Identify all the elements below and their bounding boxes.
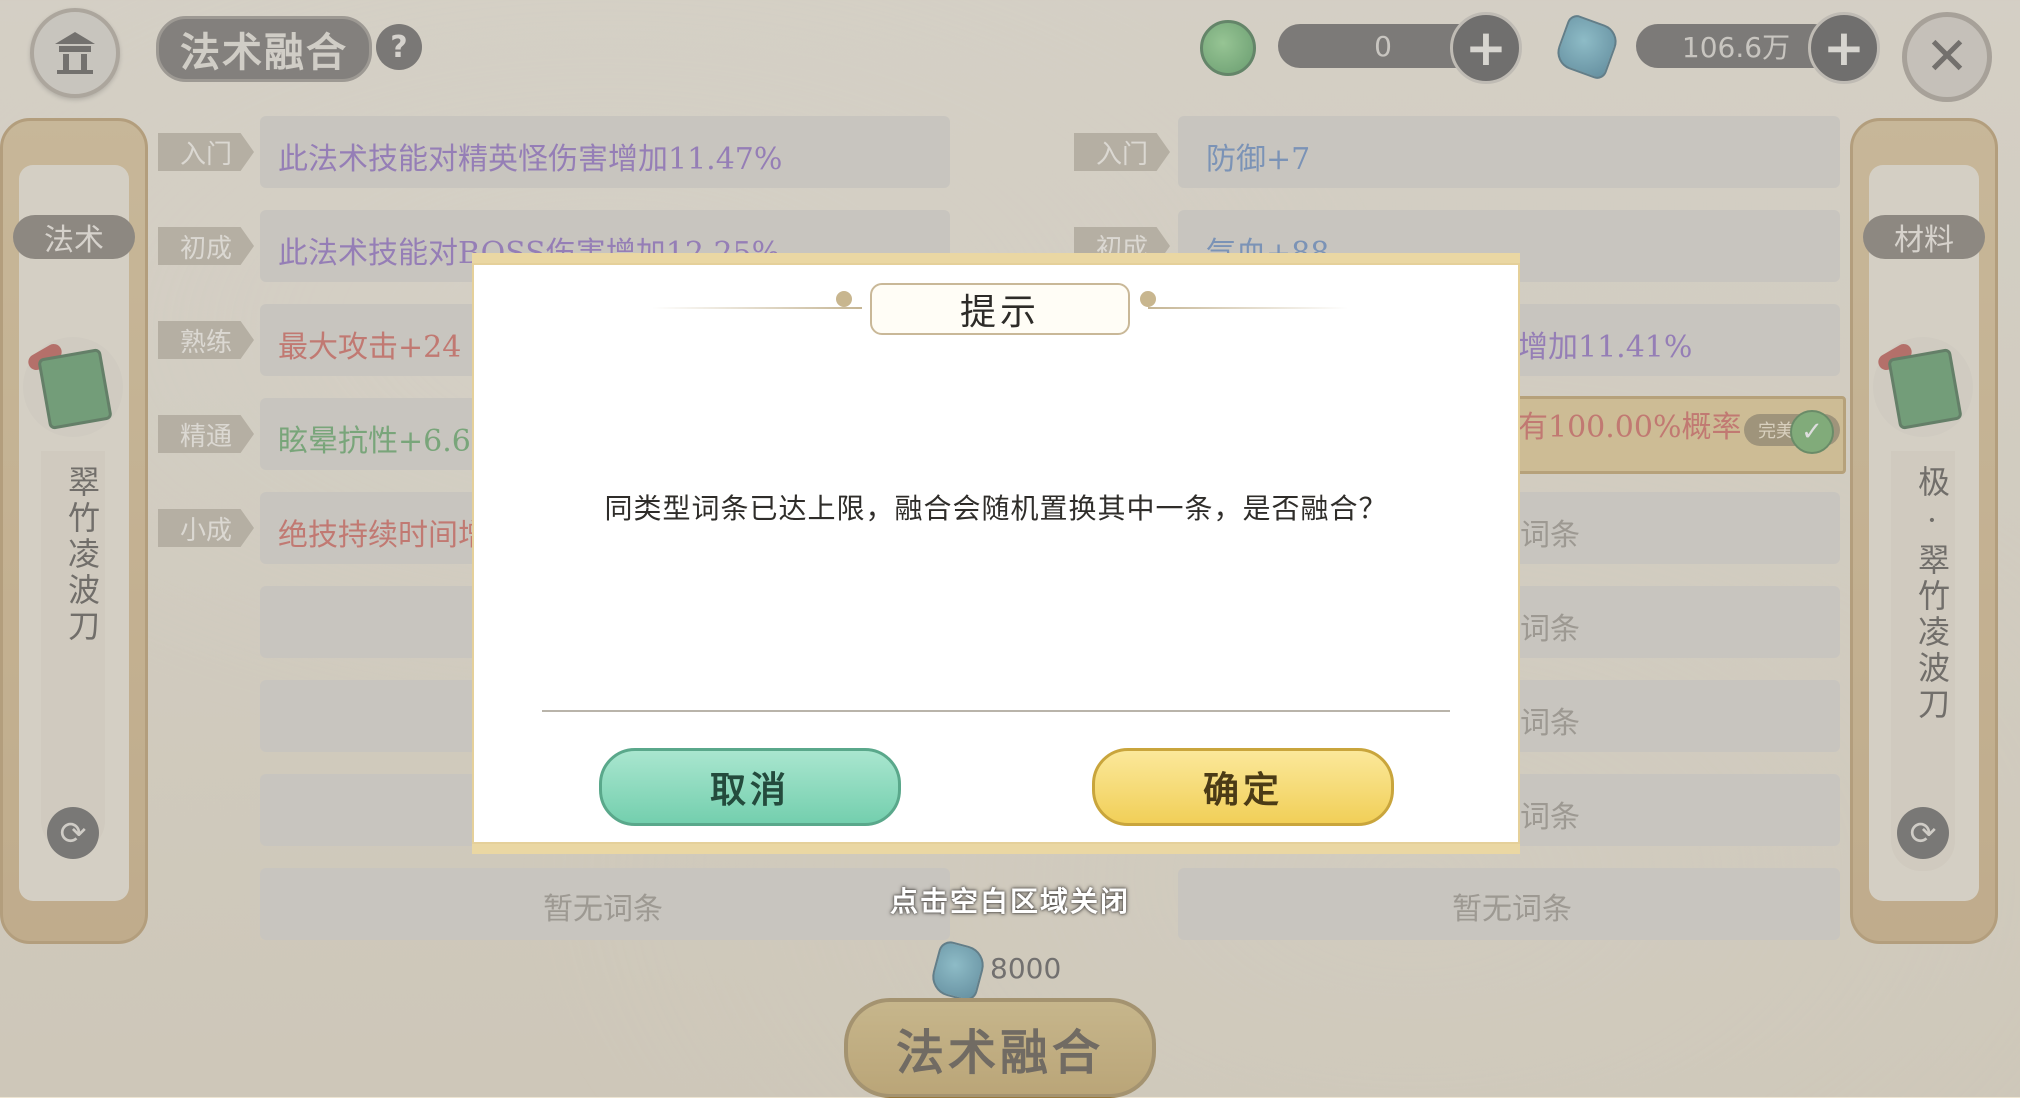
confirm-button[interactable]: 确定 xyxy=(1092,748,1394,826)
title-divider-right xyxy=(1148,307,1348,309)
ornament-dot xyxy=(836,291,852,307)
title-frame: 提示 xyxy=(852,283,1144,335)
title-divider-left xyxy=(652,307,862,309)
cancel-button[interactable]: 取消 xyxy=(599,748,901,826)
confirm-dialog: 提示 同类型词条已达上限，融合会随机置换其中一条，是否融合？ 取消 确定 xyxy=(472,253,1520,854)
tap-to-close-hint: 点击空白区域关闭 xyxy=(889,885,1130,918)
dialog-title: 提示 xyxy=(870,283,1130,335)
ornament-dot xyxy=(1140,291,1156,307)
dialog-message: 同类型词条已达上限，融合会随机置换其中一条，是否融合？ xyxy=(604,492,1388,525)
dialog-divider xyxy=(542,710,1450,712)
